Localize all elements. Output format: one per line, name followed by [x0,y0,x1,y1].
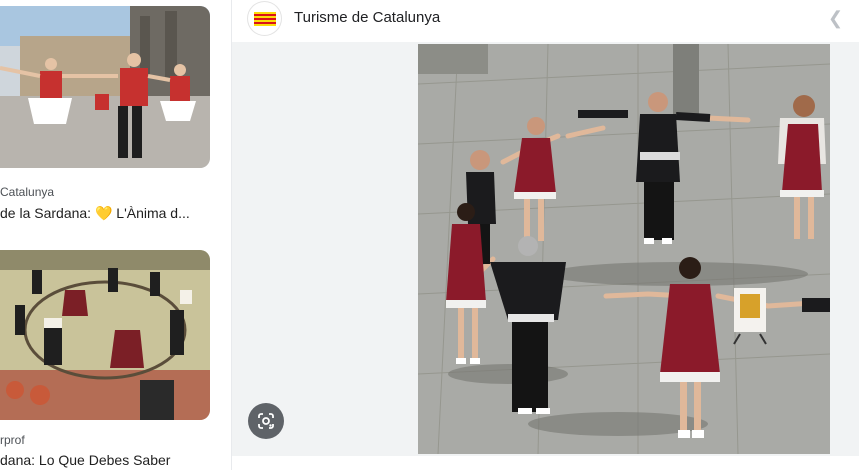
preview-image-sardana-dancers[interactable] [418,44,830,454]
result-title[interactable]: de la Sardana: 💛 L'Ànima d... [0,205,225,222]
preview-header: Turisme de Catalunya ❮ [232,0,859,42]
panel-bottom-strip [232,456,859,470]
site-name[interactable]: Turisme de Catalunya [294,9,440,26]
results-column: Catalunya de la Sardana: 💛 L'Ànima d... … [0,0,232,470]
catalan-flag-icon[interactable] [248,2,281,35]
image-preview-panel: Turisme de Catalunya ❮ [232,0,859,470]
google-lens-icon[interactable] [248,403,284,439]
chevron-left-icon[interactable]: ❮ [828,8,843,29]
result-source: rprof [0,433,25,447]
result-thumbnail-sardana-square[interactable] [0,6,210,168]
result-source: Catalunya [0,185,55,199]
result-title[interactable]: dana: Lo Que Debes Saber [0,452,225,468]
result-thumbnail-sardana-circle[interactable] [0,250,210,420]
